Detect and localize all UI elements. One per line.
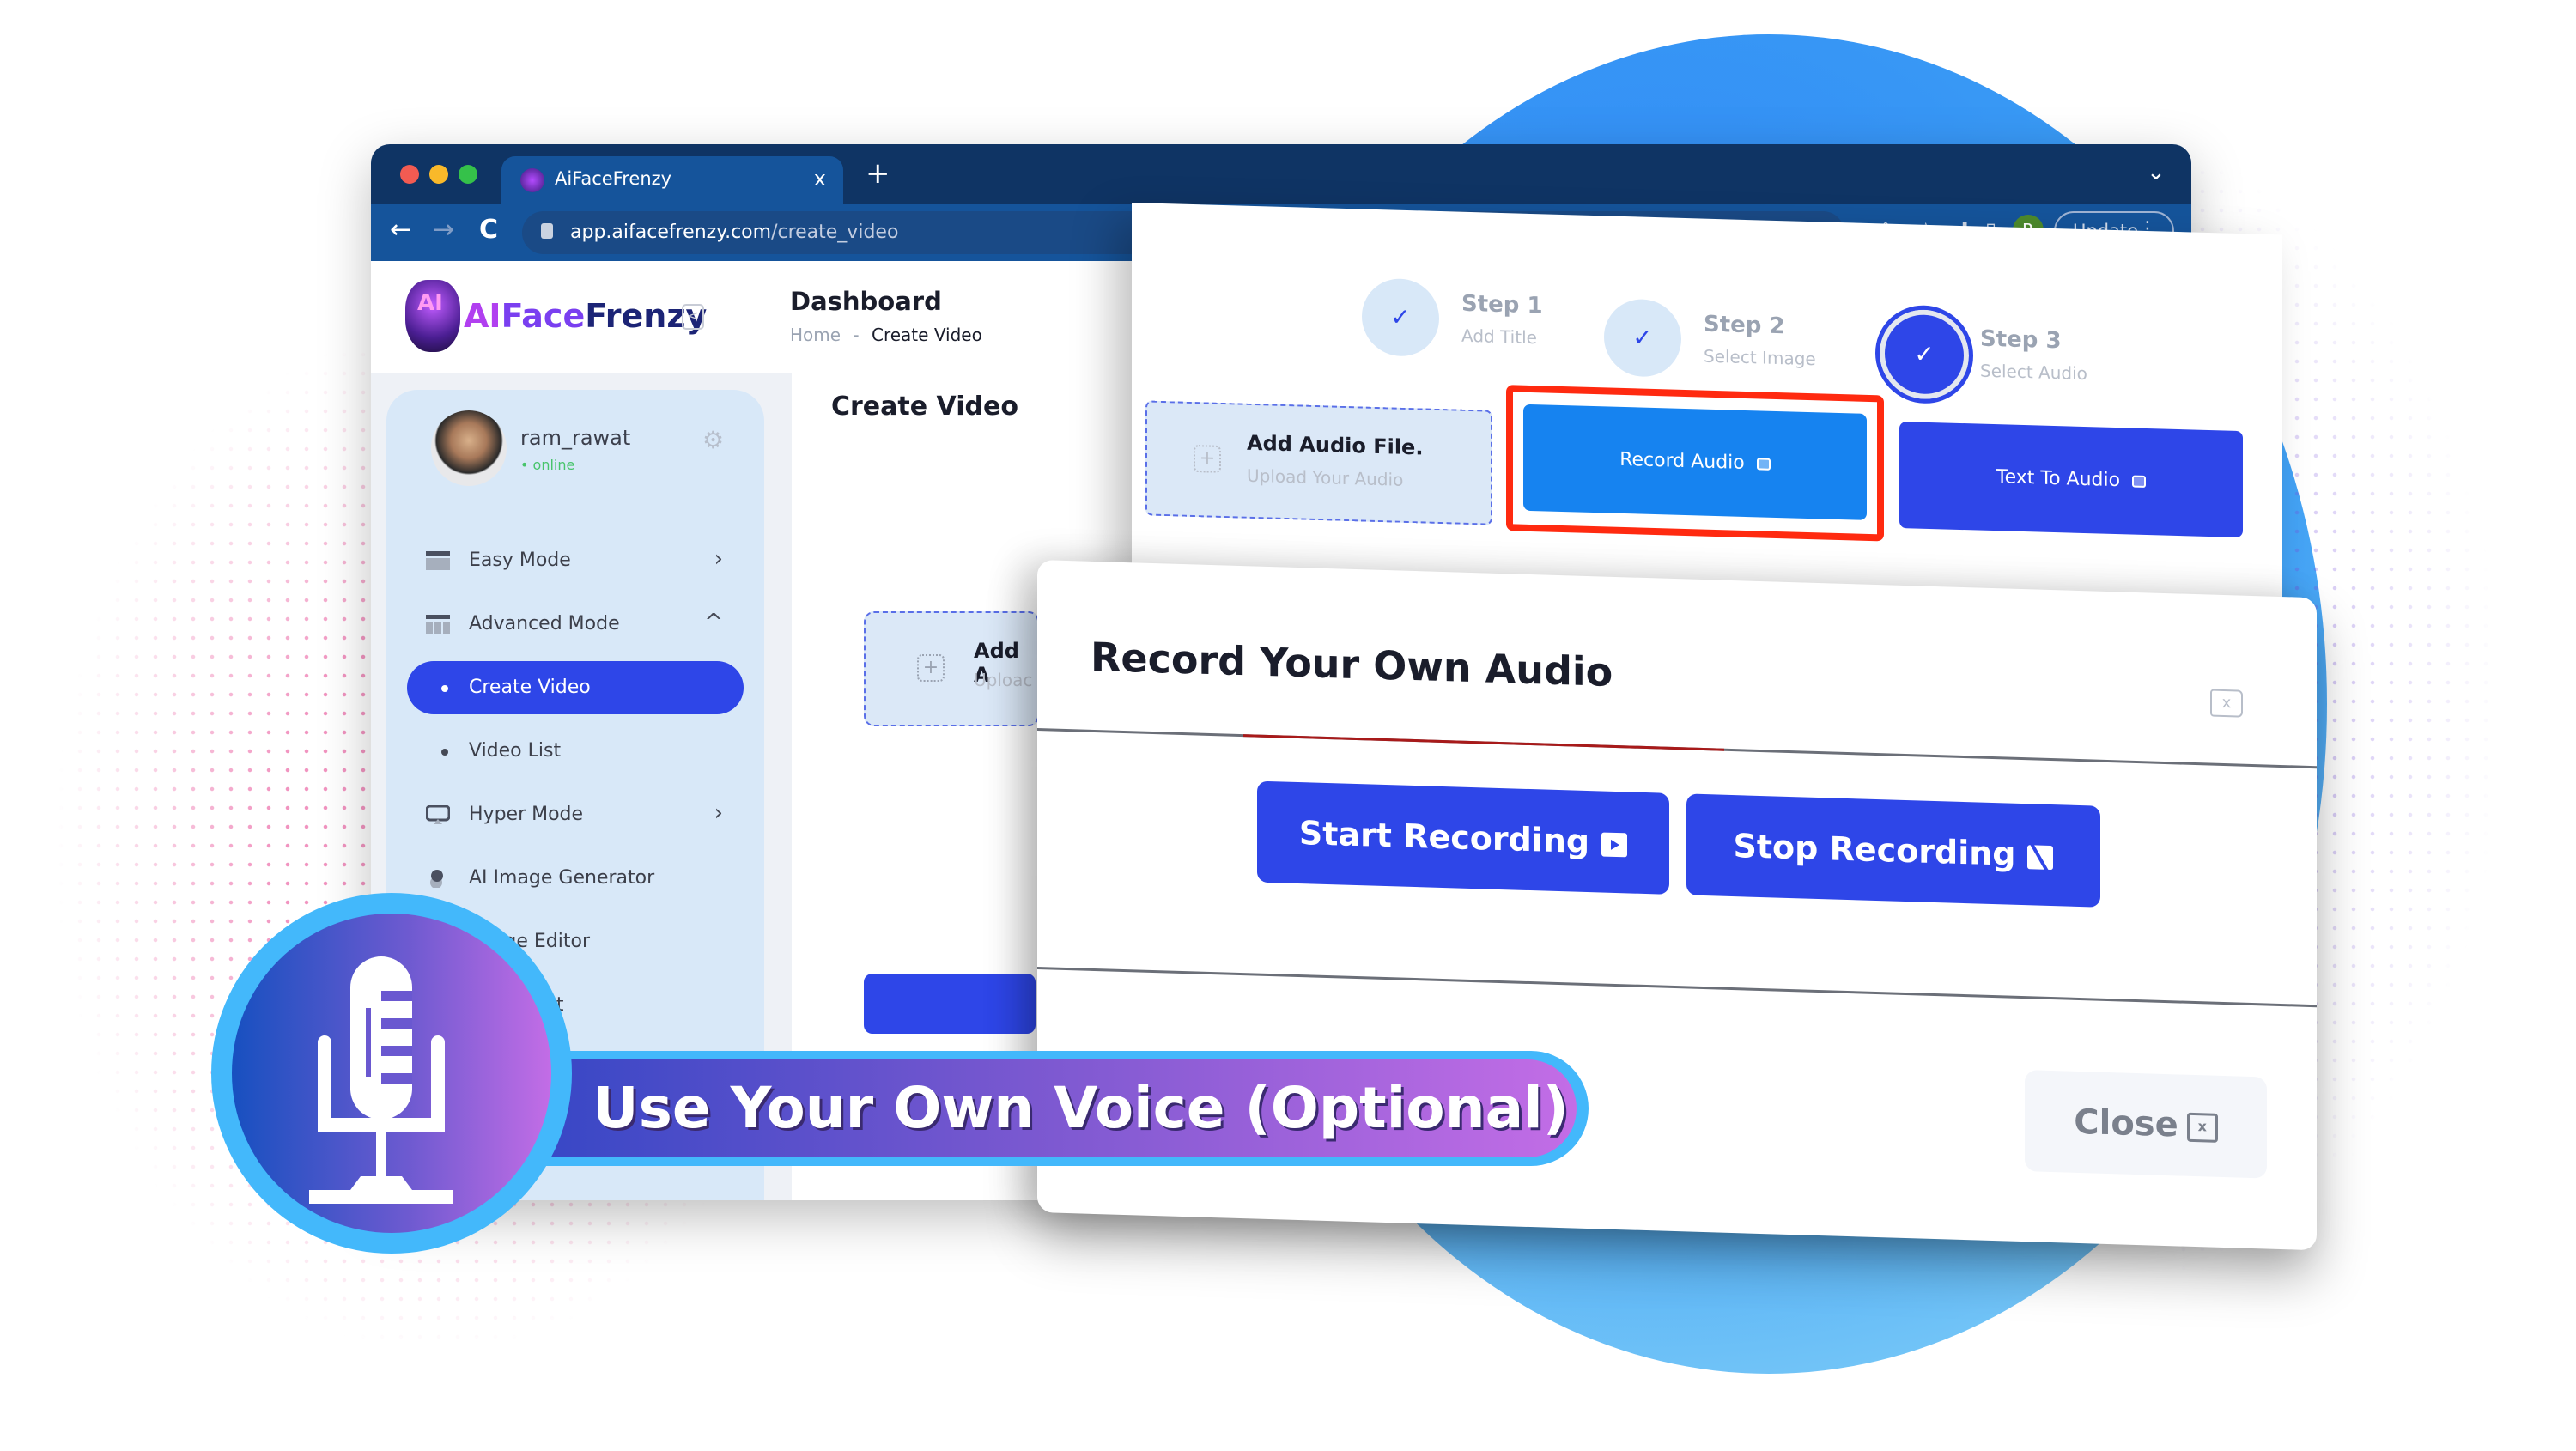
banner-text: Use Your Own Voice (Optional) — [592, 1075, 1569, 1141]
grid-icon — [426, 615, 450, 634]
sidebar-item-label: Video List — [469, 740, 562, 762]
breadcrumb-separator: - — [853, 325, 860, 345]
step-subtitle: Select Audio — [1980, 360, 2087, 385]
avatar[interactable] — [431, 410, 507, 486]
breadcrumb: Home - Create Video — [790, 325, 982, 345]
step-subtitle: Select Image — [1704, 345, 1816, 370]
sidebar-item-ai-image-generator[interactable]: AI Image Generator — [407, 852, 744, 905]
bullet-icon — [441, 749, 448, 756]
modal-title: Record Your Own Audio — [1091, 633, 1613, 695]
sidebar-item-label: Create Video — [469, 677, 591, 698]
favicon-icon — [520, 168, 544, 192]
record-audio-button[interactable]: Record Audio — [1523, 404, 1867, 520]
page-title: Dashboard — [790, 287, 942, 316]
user-name: ram_rawat — [520, 426, 631, 450]
sidebar-item-label: Hyper Mode — [469, 804, 584, 825]
plus-icon: + — [1194, 445, 1221, 473]
url-text: app.aifacefrenzy.com/create_video — [570, 222, 898, 243]
step-title: Step 2 — [1704, 311, 1785, 340]
modal-close-icon[interactable]: x — [2210, 689, 2243, 718]
main-title: Create Video — [831, 392, 1018, 422]
add-audio-file-dropzone[interactable]: + Add Audio File. Upload Your Audio — [1145, 400, 1492, 525]
stop-recording-button[interactable]: Stop Recording — [1686, 793, 2100, 908]
step-subtitle: Add Title — [1461, 325, 1537, 349]
reload-button[interactable]: C — [479, 215, 498, 245]
breadcrumb-home[interactable]: Home — [790, 325, 841, 345]
sidebar-item-create-video[interactable]: Create Video — [407, 661, 744, 714]
forward-button[interactable]: → — [433, 215, 454, 245]
chevron-right-icon: › — [714, 800, 723, 826]
url-path: /create_video — [771, 222, 899, 243]
mic-badge-fill — [232, 914, 551, 1233]
sidebar-item-label: Advanced Mode — [469, 613, 620, 634]
start-recording-button[interactable]: Start Recording — [1257, 780, 1669, 895]
user-status: • online — [520, 457, 575, 473]
back-button[interactable]: ← — [390, 215, 411, 245]
browser-tab[interactable]: AiFaceFrenzy x — [501, 156, 843, 204]
modal-header-divider — [1037, 728, 2317, 769]
dropzone-subtitle: Uploac — [974, 670, 1033, 690]
sidebar-item-video-list[interactable]: Video List — [407, 725, 744, 778]
add-audio-subtitle: Upload Your Audio — [1247, 464, 1404, 490]
sidebar-item-hyper-mode[interactable]: Hyper Mode › — [407, 788, 744, 841]
maximize-window-button[interactable] — [459, 165, 477, 184]
record-icon — [1756, 458, 1771, 471]
screen-cast-icon — [426, 805, 450, 824]
video-off-icon — [2027, 844, 2054, 870]
stop-recording-label: Stop Recording — [1733, 827, 2016, 873]
window-icon — [426, 551, 450, 570]
sidebar-item-easy-mode[interactable]: Easy Mode › — [407, 534, 744, 587]
recording-progress-line — [1243, 734, 1724, 751]
mic-badge — [211, 893, 572, 1254]
sidebar-item-label: AI Image Generator — [469, 867, 655, 889]
user-circle-icon — [430, 870, 443, 888]
text-to-audio-label: Text To Audio — [1996, 466, 2121, 492]
microphone-icon — [309, 956, 453, 1204]
step-title: Step 1 — [1461, 290, 1543, 319]
sidebar-item-label: Easy Mode — [469, 549, 571, 571]
bullet-icon — [441, 685, 448, 692]
check-icon: ✓ — [1362, 277, 1439, 357]
check-icon: ✓ — [1875, 304, 1973, 405]
breadcrumb-current: Create Video — [872, 325, 982, 345]
tab-title: AiFaceFrenzy — [555, 168, 672, 189]
collapse-sidebar-icon[interactable]: < — [682, 304, 704, 330]
sidebar-item-advanced-mode[interactable]: Advanced Mode ^ — [407, 598, 744, 651]
chevron-right-icon: › — [714, 546, 723, 572]
modal-footer-divider — [1037, 967, 2317, 1008]
close-label: Close — [2074, 1102, 2178, 1145]
background-primary-button[interactable] — [864, 974, 1036, 1034]
add-audio-title: Add Audio File. — [1247, 430, 1424, 460]
start-recording-label: Start Recording — [1298, 814, 1590, 861]
lock-icon — [541, 223, 553, 239]
banner-fill: Use Your Own Voice (Optional) — [481, 1059, 1577, 1157]
record-audio-label: Record Audio — [1619, 448, 1745, 474]
feature-banner: Use Your Own Voice (Optional) — [481, 1051, 1589, 1166]
close-window-button[interactable] — [400, 165, 419, 184]
check-icon: ✓ — [1604, 298, 1681, 378]
text-audio-icon — [2132, 475, 2147, 488]
background-add-audio-dropzone[interactable]: + Add A Uploac — [864, 611, 1039, 726]
plus-icon: + — [917, 654, 945, 682]
new-tab-button[interactable]: + — [866, 156, 890, 191]
tab-list-chevron-icon[interactable]: ⌄ — [2147, 160, 2166, 185]
step-title: Step 3 — [1980, 325, 2062, 355]
logo-wordmark: AIFaceFrenzy — [464, 297, 708, 335]
chevron-up-icon: ^ — [704, 610, 723, 635]
tab-bar: AiFaceFrenzy x + ⌄ — [371, 144, 2191, 204]
close-x-icon: x — [2186, 1112, 2218, 1143]
tab-close-button[interactable]: x — [814, 167, 826, 191]
logo-face-icon: AI — [405, 280, 460, 352]
text-to-audio-button[interactable]: Text To Audio — [1899, 421, 2243, 538]
gear-icon[interactable]: ⚙ — [702, 426, 724, 454]
video-play-icon — [1601, 832, 1628, 857]
close-button[interactable]: Close x — [2025, 1070, 2267, 1179]
minimize-window-button[interactable] — [429, 165, 448, 184]
url-host: app.aifacefrenzy.com — [570, 222, 772, 243]
